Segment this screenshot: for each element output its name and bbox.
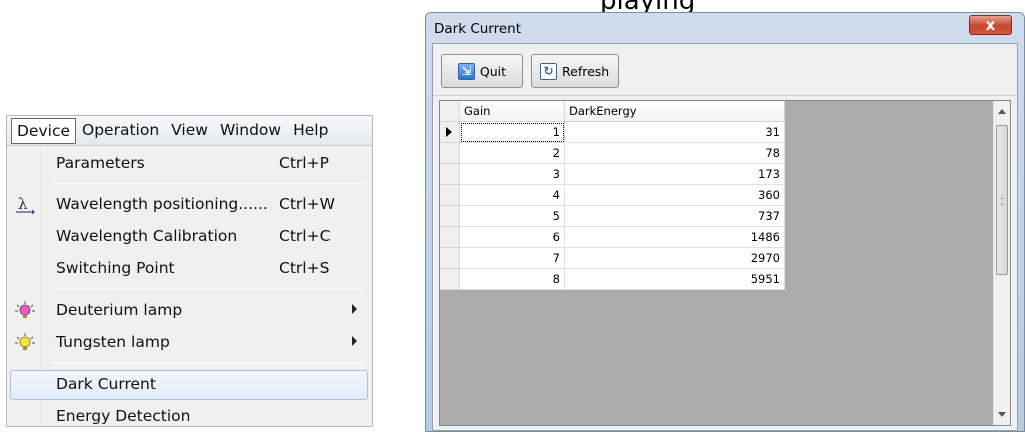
quit-button-label: Quit [479,63,507,79]
cell-darkenergy[interactable]: 173 [565,164,785,185]
menu-separator [51,183,366,184]
cell-gain[interactable]: 8 [460,269,565,290]
menu-item-label: Parameters [56,154,145,172]
menu-separator [51,289,366,290]
yellow-bulb-icon [15,333,35,350]
dialog-titlebar[interactable]: Dark Current x [426,13,1024,43]
run-exit-icon: ⇲ [457,62,475,80]
row-header[interactable] [440,227,460,248]
cell-gain[interactable]: 2 [460,143,565,164]
menu-item-energy-detection[interactable]: Energy Detection [7,401,372,426]
dark-current-dialog: Dark Current x ⇲ Quit ↻ Refresh Gain Dar… [425,12,1025,432]
column-header-darkenergy[interactable]: DarkEnergy [565,101,785,122]
refresh-icon: ↻ [540,62,557,80]
scroll-thumb[interactable] [996,125,1008,275]
cell-darkenergy[interactable]: 2970 [565,248,785,269]
row-header[interactable] [440,164,460,185]
cell-gain[interactable]: 7 [460,248,565,269]
submenu-arrow-icon [352,304,357,314]
menu-separator [51,363,366,364]
row-header[interactable] [440,122,460,143]
menu-item-label: Energy Detection [56,407,191,425]
lambda-arrow-icon: λ [16,195,35,215]
menu-item-shortcut: Ctrl+S [279,259,330,277]
data-grid[interactable]: Gain DarkEnergy 1 31 2 78 3 173 4 360 5 … [439,100,1011,426]
menu-item-parameters[interactable]: Parameters Ctrl+P [7,148,372,180]
scroll-down-icon[interactable] [998,412,1006,417]
quit-button[interactable]: ⇲ Quit [441,54,523,88]
close-icon: x [985,16,996,34]
current-row-arrow-icon [446,127,452,137]
cell-gain[interactable]: 6 [460,227,565,248]
cell-darkenergy[interactable]: 31 [565,122,785,143]
menu-item-dark-current[interactable]: Dark Current [7,369,372,401]
row-header[interactable] [440,185,460,206]
refresh-button[interactable]: ↻ Refresh [531,54,619,88]
cell-darkenergy[interactable]: 5951 [565,269,785,290]
cell-darkenergy[interactable]: 360 [565,185,785,206]
refresh-button-label: Refresh [562,63,610,79]
cell-darkenergy[interactable]: 737 [565,206,785,227]
scroll-grip-icon [1001,198,1003,205]
dialog-client-area: ⇲ Quit ↻ Refresh Gain DarkEnergy 1 31 2 [432,43,1018,431]
menu-item-wavelength-positioning[interactable]: λ Wavelength positioning...... Ctrl+W [7,189,372,221]
cell-gain[interactable]: 4 [460,185,565,206]
menubar-item-help[interactable]: Help [287,118,334,144]
menu-item-label: Wavelength positioning...... [56,195,268,213]
svg-text:λ: λ [18,195,28,213]
cell-gain[interactable]: 1 [460,122,565,143]
data-grid-body: Gain DarkEnergy 1 31 2 78 3 173 4 360 5 … [440,101,994,425]
row-header[interactable] [440,269,460,290]
menu-item-label: Switching Point [56,259,175,277]
row-header[interactable] [440,143,460,164]
menu-item-shortcut: Ctrl+W [279,195,335,213]
menu-item-tungsten-lamp[interactable]: Tungsten lamp [7,327,372,359]
menu-item-wavelength-calibration[interactable]: Wavelength Calibration Ctrl+C [7,221,372,253]
menu-item-label: Tungsten lamp [56,333,170,351]
grid-corner-header [440,101,460,122]
column-header-gain[interactable]: Gain [460,101,565,122]
menu-item-deuterium-lamp[interactable]: Deuterium lamp [7,295,372,327]
menubar-item-operation[interactable]: Operation [76,118,165,144]
cell-darkenergy[interactable]: 78 [565,143,785,164]
cell-darkenergy[interactable]: 1486 [565,227,785,248]
submenu-arrow-icon [352,336,357,346]
menu-item-label: Deuterium lamp [56,301,183,319]
cell-gain[interactable]: 3 [460,164,565,185]
menu-item-shortcut: Ctrl+C [279,227,331,245]
row-header[interactable] [440,248,460,269]
menubar-item-view[interactable]: View [165,118,214,144]
dialog-title: Dark Current [434,21,522,37]
menubar: Device Operation View Window Help [7,116,372,146]
menu-item-label: Dark Current [56,375,156,393]
cell-gain[interactable]: 5 [460,206,565,227]
vertical-scrollbar[interactable] [993,101,1010,425]
menubar-item-device[interactable]: Device [11,117,77,144]
menu-item-shortcut: Ctrl+P [279,154,329,172]
close-button[interactable]: x [969,15,1012,35]
menu-item-switching-point[interactable]: Switching Point Ctrl+S [7,253,372,285]
scroll-up-icon[interactable] [998,109,1006,114]
menubar-item-window[interactable]: Window [214,118,287,144]
device-menu-screenshot: Device Operation View Window Help Parame… [6,115,373,427]
pink-bulb-icon [15,301,35,318]
toolbar: ⇲ Quit ↻ Refresh [433,44,1017,96]
menu-item-label: Wavelength Calibration [56,227,238,245]
device-dropdown-menu: Parameters Ctrl+P λ Wavelength positioni… [7,146,372,426]
row-header[interactable] [440,206,460,227]
